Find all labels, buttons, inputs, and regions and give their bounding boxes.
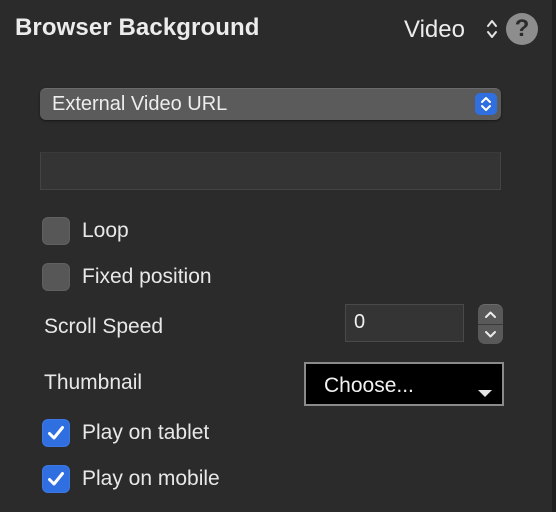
loop-label: Loop [82, 219, 129, 242]
play-on-mobile-label: Play on mobile [82, 467, 220, 490]
stepper-divider [478, 324, 503, 325]
thumbnail-label: Thumbnail [44, 371, 143, 394]
scroll-speed-stepper[interactable] [478, 304, 503, 344]
help-icon[interactable]: ? [506, 13, 538, 45]
play-on-tablet-checkbox[interactable] [42, 419, 70, 447]
panel-title: Browser Background [15, 14, 260, 41]
background-type-select[interactable]: Video [404, 16, 465, 44]
thumbnail-choose-button[interactable]: Choose... [304, 362, 504, 406]
video-source-select[interactable]: External Video URL [40, 88, 501, 120]
play-on-mobile-checkbox[interactable] [42, 465, 70, 493]
select-arrows-icon [475, 93, 497, 115]
scroll-speed-input[interactable]: 0 [345, 304, 464, 342]
scroll-speed-label: Scroll Speed [44, 315, 164, 338]
choose-button-label: Choose... [324, 374, 414, 397]
video-url-input[interactable] [40, 152, 501, 190]
browser-background-panel: Browser Background Video ? External Vide… [0, 0, 556, 512]
decrement-chevron-icon[interactable] [483, 328, 498, 340]
updown-chevron-icon[interactable] [486, 17, 498, 41]
checkmark-icon [48, 472, 64, 486]
fixed-position-label: Fixed position [82, 265, 212, 288]
checkmark-icon [48, 426, 64, 440]
fixed-position-checkbox[interactable] [42, 263, 70, 291]
dropdown-arrow-icon [478, 390, 492, 397]
play-on-tablet-label: Play on tablet [82, 421, 210, 444]
loop-checkbox[interactable] [42, 217, 70, 245]
video-source-value: External Video URL [52, 93, 228, 115]
increment-chevron-icon[interactable] [483, 309, 498, 321]
